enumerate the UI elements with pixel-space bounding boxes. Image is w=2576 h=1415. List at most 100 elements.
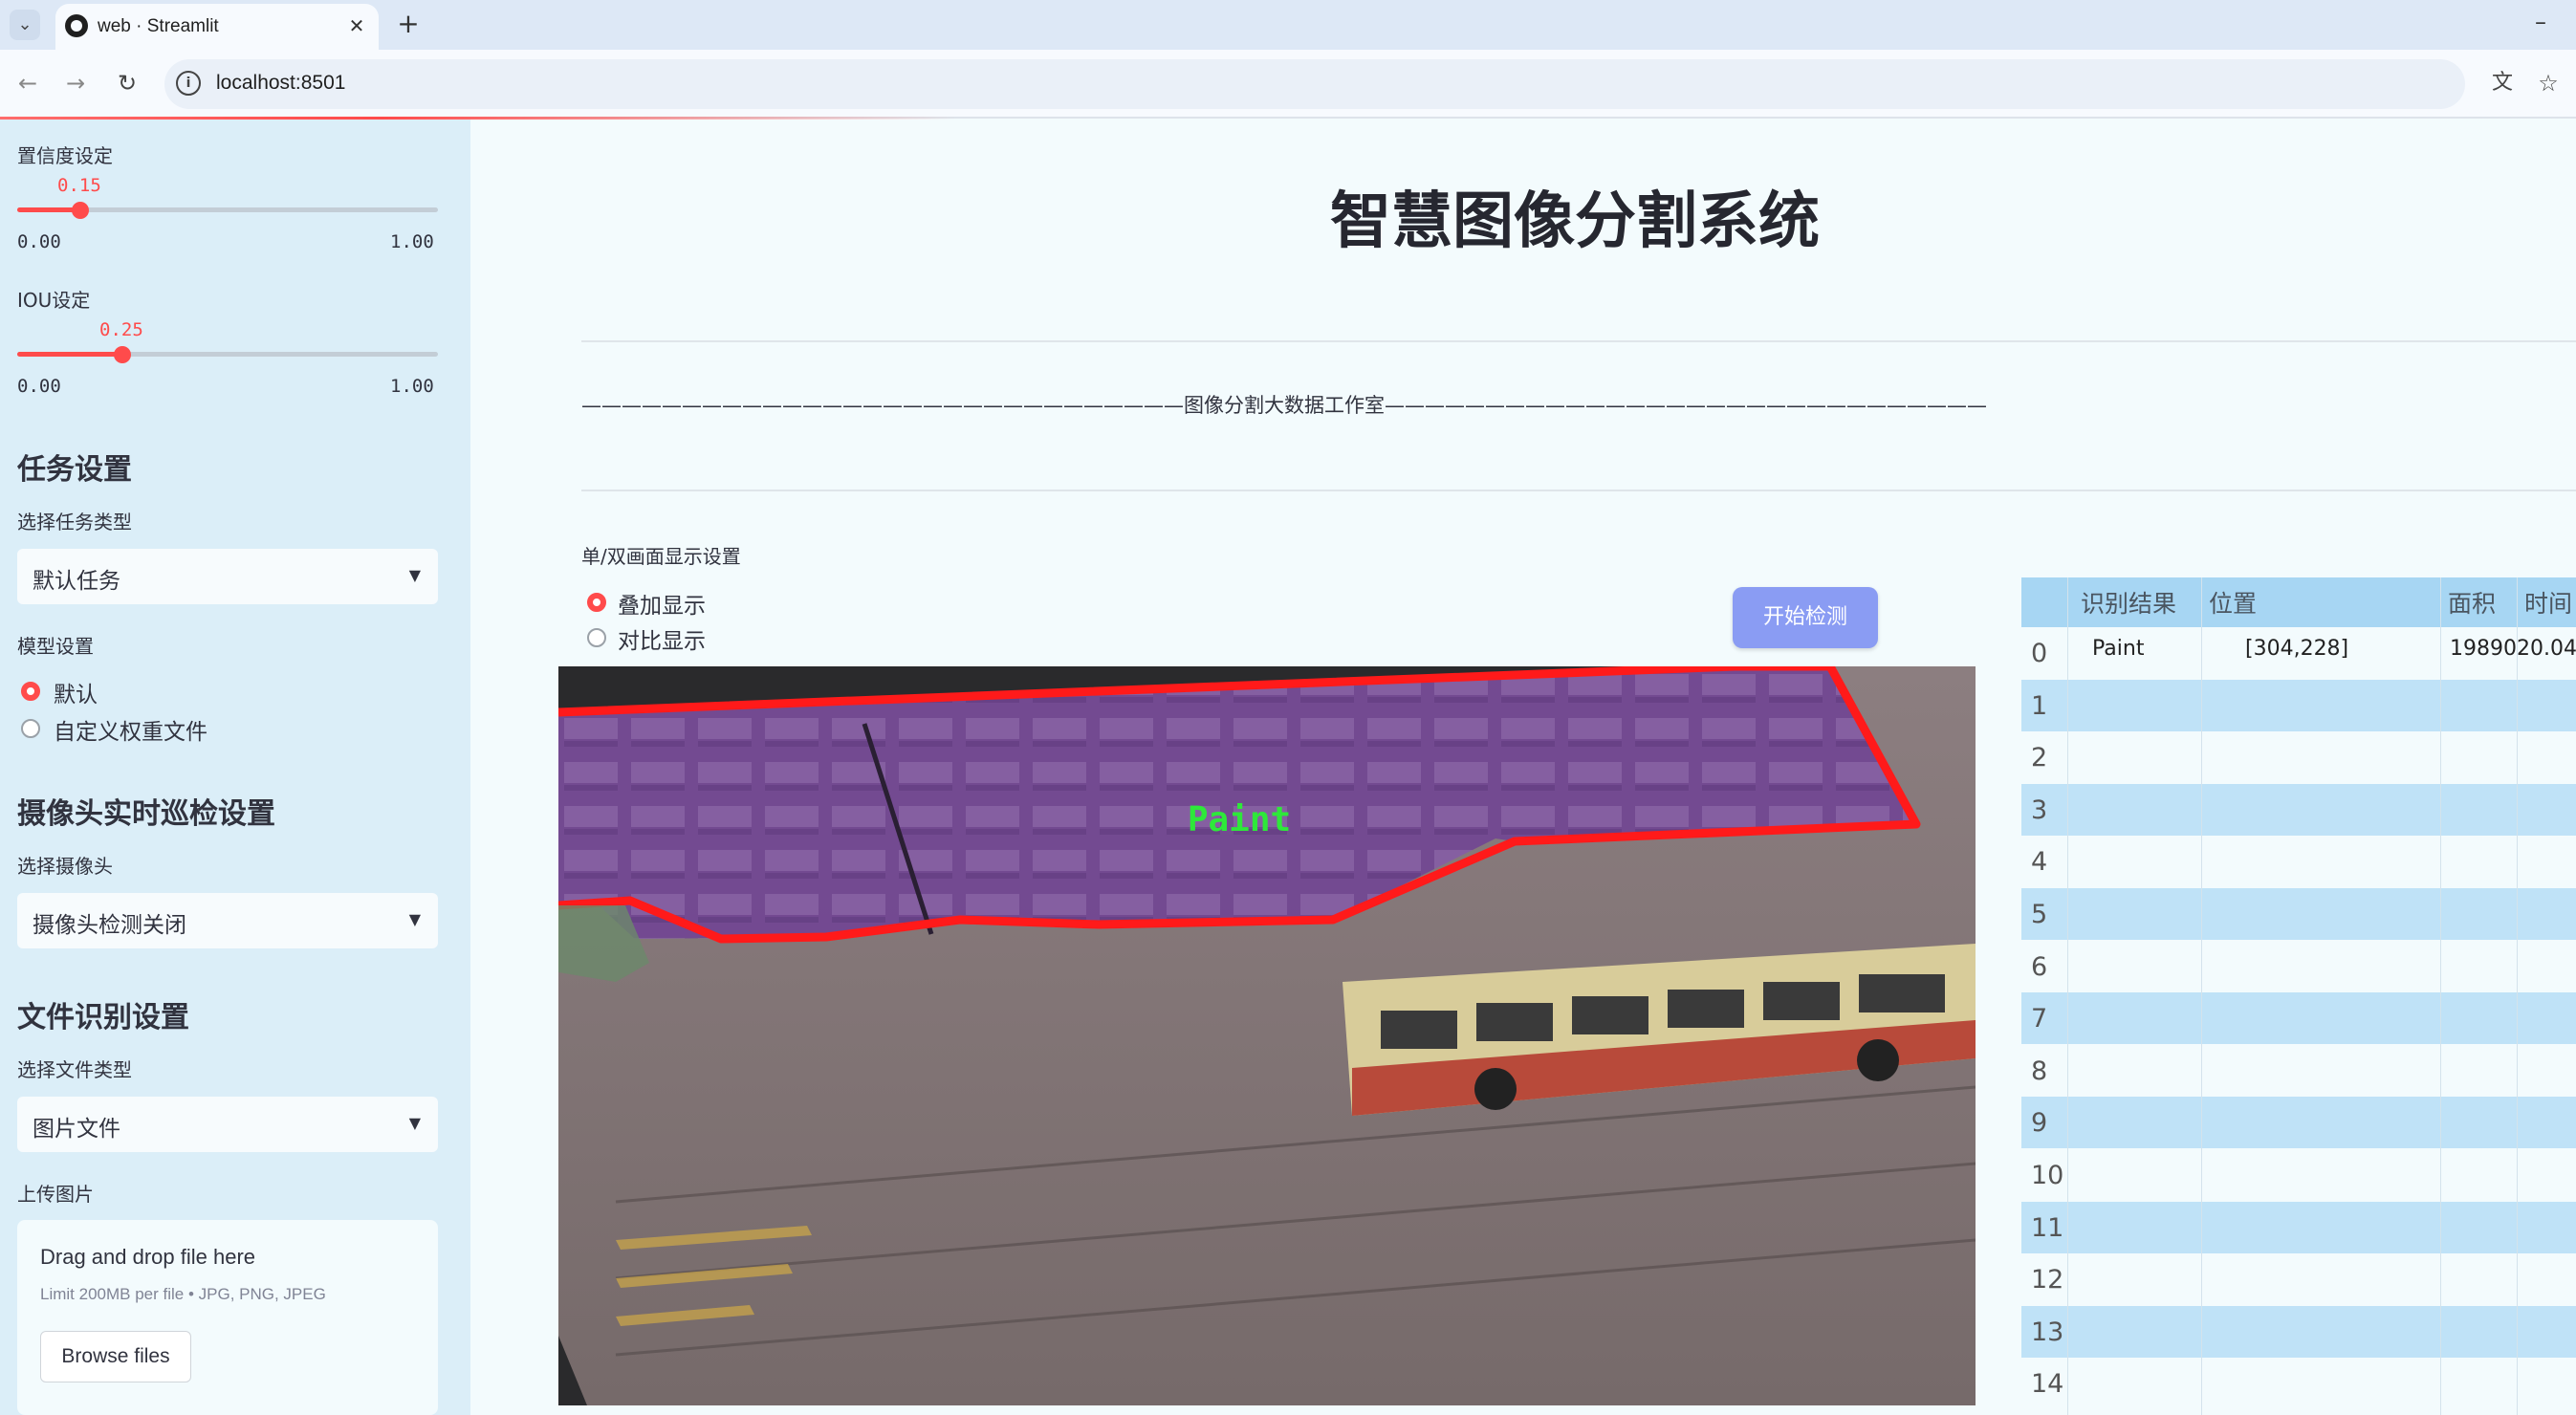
table-row[interactable]: 13 bbox=[2021, 1305, 2576, 1358]
model-default-radio[interactable] bbox=[21, 682, 40, 701]
task-type-select[interactable]: 默认任务 ▼ bbox=[17, 549, 438, 604]
column-header-area[interactable]: 面积 bbox=[2448, 585, 2496, 620]
divider bbox=[581, 340, 2576, 342]
confidence-value: 0.15 bbox=[57, 175, 101, 196]
minimize-icon[interactable]: – bbox=[2524, 6, 2557, 38]
compare-display-radio[interactable] bbox=[587, 628, 606, 647]
cell-position: [304,228] bbox=[2245, 637, 2349, 661]
tab-title: web · Streamlit bbox=[98, 16, 219, 36]
table-row[interactable]: 0 Paint [304,228] 1989020.04 bbox=[2021, 627, 2576, 679]
cell-result: Paint bbox=[2092, 637, 2145, 661]
iou-min: 0.00 bbox=[17, 376, 61, 397]
site-info-icon[interactable]: i bbox=[176, 71, 201, 96]
file-settings-heading: 文件识别设置 bbox=[17, 1001, 189, 1034]
file-dropzone[interactable]: Drag and drop file here Limit 200MB per … bbox=[17, 1220, 438, 1415]
iou-slider-thumb[interactable] bbox=[114, 346, 131, 363]
detection-label: Paint bbox=[1188, 800, 1291, 839]
iou-value: 0.25 bbox=[99, 319, 143, 340]
table-row[interactable]: 3 bbox=[2021, 783, 2576, 836]
new-tab-icon[interactable]: + bbox=[392, 8, 425, 40]
row-index: 7 bbox=[2031, 1004, 2048, 1034]
row-index: 9 bbox=[2031, 1108, 2048, 1139]
browse-files-button[interactable]: Browse files bbox=[40, 1331, 191, 1382]
table-row[interactable]: 1 bbox=[2021, 679, 2576, 731]
overlay-display-label[interactable]: 叠加显示 bbox=[618, 587, 706, 620]
file-type-label: 选择文件类型 bbox=[17, 1058, 132, 1081]
camera-select[interactable]: 摄像头检测关闭 ▼ bbox=[17, 893, 438, 948]
task-type-label: 选择任务类型 bbox=[17, 511, 132, 533]
column-divider bbox=[2517, 577, 2518, 1415]
translate-icon[interactable]: 文 bbox=[2486, 67, 2519, 99]
detection-result-image: Paint bbox=[558, 666, 1976, 1405]
compare-display-label[interactable]: 对比显示 bbox=[618, 622, 706, 655]
divider bbox=[581, 490, 2576, 491]
row-index: 6 bbox=[2031, 951, 2048, 982]
file-type-select[interactable]: 图片文件 ▼ bbox=[17, 1097, 438, 1152]
row-index: 1 bbox=[2031, 690, 2048, 721]
iou-slider-fill bbox=[17, 352, 122, 357]
iou-label: IOU设定 bbox=[17, 289, 91, 312]
row-index: 11 bbox=[2031, 1212, 2064, 1243]
segmented-street-scene: Paint bbox=[558, 666, 1976, 1405]
display-mode-label: 单/双画面显示设置 bbox=[581, 545, 741, 568]
chevron-down-icon: ▼ bbox=[408, 1114, 421, 1132]
tab-list-icon[interactable]: ⌄ bbox=[10, 10, 40, 40]
confidence-slider-thumb[interactable] bbox=[72, 202, 89, 219]
row-index: 4 bbox=[2031, 847, 2048, 878]
forward-icon[interactable]: → bbox=[59, 67, 92, 99]
row-index: 8 bbox=[2031, 1056, 2048, 1086]
column-divider bbox=[2067, 577, 2068, 1415]
bookmark-star-icon[interactable]: ☆ bbox=[2532, 67, 2565, 99]
column-divider bbox=[2440, 577, 2441, 1415]
results-table[interactable]: 识别结果 位置 面积 时间 0 Paint [304,228] 1989020.04 1… bbox=[2021, 577, 2576, 1415]
table-row[interactable]: 10 bbox=[2021, 1149, 2576, 1201]
tab-close-icon[interactable]: ✕ bbox=[342, 11, 371, 40]
confidence-label: 置信度设定 bbox=[17, 144, 113, 167]
upload-label: 上传图片 bbox=[17, 1183, 94, 1206]
address-bar[interactable]: i localhost:8501 bbox=[164, 59, 2465, 109]
model-default-label[interactable]: 默认 bbox=[54, 676, 98, 708]
chevron-down-icon: ▼ bbox=[408, 566, 421, 584]
table-row[interactable]: 12 bbox=[2021, 1253, 2576, 1306]
reload-icon[interactable]: ↻ bbox=[111, 67, 143, 99]
url-text[interactable]: localhost:8501 bbox=[216, 72, 345, 95]
confidence-min: 0.00 bbox=[17, 231, 61, 252]
table-row[interactable]: 9 bbox=[2021, 1097, 2576, 1149]
dropzone-text: Drag and drop file here bbox=[40, 1245, 256, 1269]
row-index: 10 bbox=[2031, 1161, 2064, 1190]
column-header-result[interactable]: 识别结果 bbox=[2081, 585, 2176, 620]
table-row[interactable]: 11 bbox=[2021, 1201, 2576, 1253]
browser-tab[interactable]: web · Streamlit ✕ bbox=[55, 4, 379, 50]
table-row[interactable]: 2 bbox=[2021, 731, 2576, 784]
model-custom-label[interactable]: 自定义权重文件 bbox=[54, 713, 207, 746]
column-header-time[interactable]: 时间 bbox=[2524, 585, 2572, 620]
table-row[interactable]: 6 bbox=[2021, 940, 2576, 992]
camera-select-value: 摄像头检测关闭 bbox=[33, 913, 186, 938]
iou-max: 1.00 bbox=[390, 376, 434, 397]
back-icon[interactable]: ← bbox=[11, 67, 44, 99]
cell-area: 1989020.04 bbox=[2450, 637, 2576, 661]
table-row[interactable]: 8 bbox=[2021, 1044, 2576, 1097]
row-index: 12 bbox=[2031, 1265, 2064, 1295]
row-index: 13 bbox=[2031, 1317, 2064, 1347]
table-row[interactable]: 7 bbox=[2021, 992, 2576, 1045]
table-row[interactable]: 5 bbox=[2021, 888, 2576, 940]
task-type-value: 默认任务 bbox=[33, 569, 120, 594]
overlay-display-radio[interactable] bbox=[587, 593, 606, 612]
column-divider bbox=[2201, 577, 2202, 1415]
dropzone-limit-text: Limit 200MB per file • JPG, PNG, JPEG bbox=[40, 1285, 326, 1303]
start-detection-button[interactable]: 开始检测 bbox=[1733, 587, 1878, 648]
table-row[interactable]: 14 bbox=[2021, 1358, 2576, 1410]
column-header-position[interactable]: 位置 bbox=[2209, 585, 2257, 620]
confidence-max: 1.00 bbox=[390, 231, 434, 252]
studio-subtitle: ——————————————————————————————图像分割大数据工作室… bbox=[581, 394, 1987, 417]
file-type-value: 图片文件 bbox=[33, 1117, 120, 1142]
table-row[interactable]: 4 bbox=[2021, 836, 2576, 888]
row-index: 2 bbox=[2031, 743, 2048, 773]
camera-settings-heading: 摄像头实时巡检设置 bbox=[17, 797, 275, 831]
browser-tab-bar bbox=[0, 0, 2576, 50]
streamlit-favicon-icon bbox=[65, 14, 88, 37]
task-settings-heading: 任务设置 bbox=[17, 453, 132, 487]
model-custom-radio[interactable] bbox=[21, 719, 40, 738]
model-settings-label: 模型设置 bbox=[17, 635, 94, 658]
